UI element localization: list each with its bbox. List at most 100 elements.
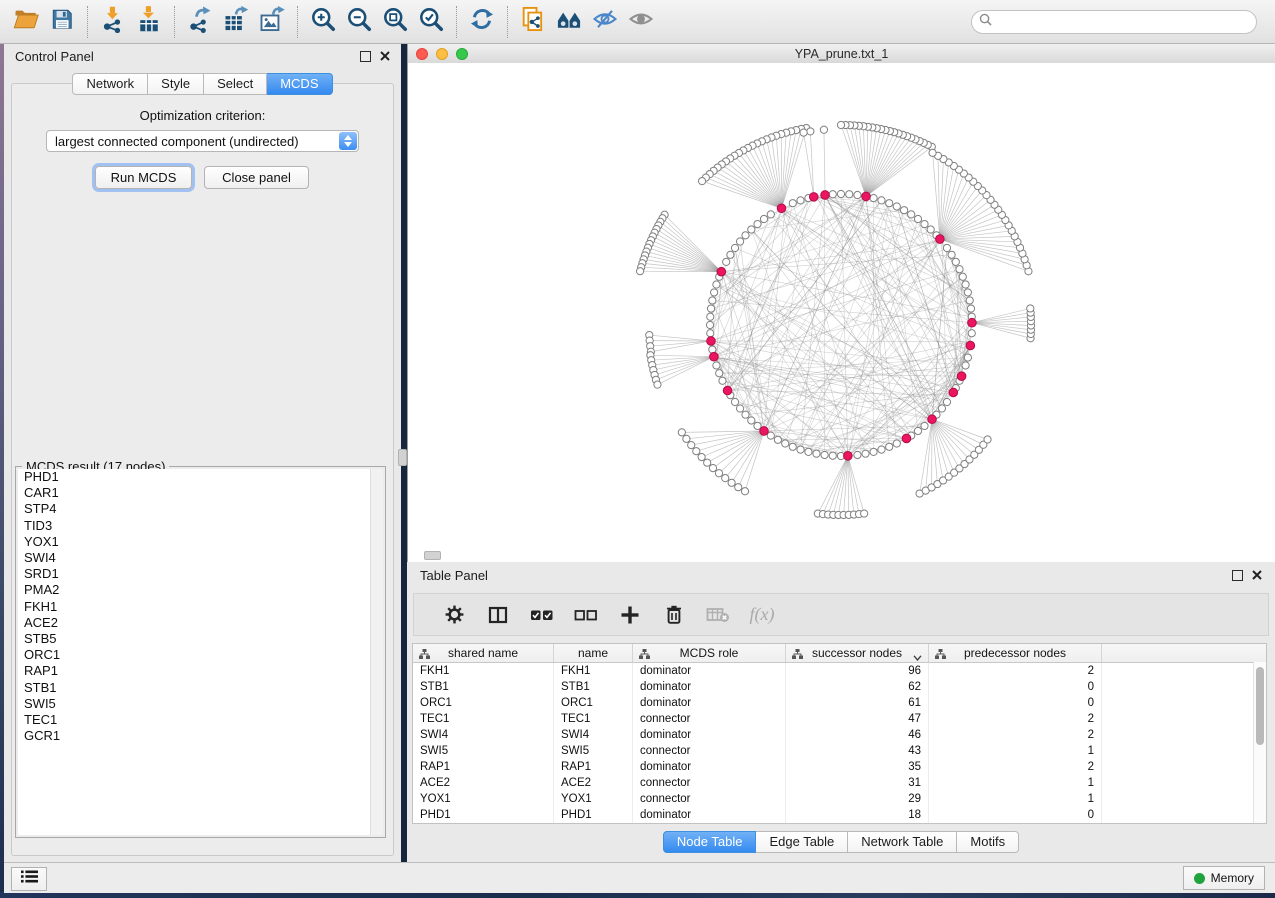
column-header-label: MCDS role <box>680 646 739 660</box>
export-table-button[interactable] <box>218 5 254 39</box>
delete-column-button[interactable] <box>652 604 696 625</box>
export-table-icon <box>222 5 250 38</box>
toolbar-separator <box>87 6 88 38</box>
network-window-titlebar[interactable]: YPA_prune.txt_1 <box>408 44 1275 64</box>
import-table-button[interactable] <box>131 5 167 39</box>
table-scrollbar-thumb[interactable] <box>1256 667 1264 745</box>
mcds-result-item[interactable]: GCR1 <box>18 728 371 744</box>
table-cell: dominator <box>633 679 786 695</box>
tab-motifs[interactable]: Motifs <box>957 831 1019 853</box>
hide-graphics-details-button[interactable] <box>587 5 623 39</box>
mcds-result-scrollbar[interactable] <box>370 469 383 835</box>
optimization-criterion-select[interactable]: largest connected component (undirected) <box>46 130 359 152</box>
vertical-splitter-handle[interactable] <box>398 449 407 466</box>
memory-button[interactable]: Memory <box>1183 866 1265 890</box>
tab-select[interactable]: Select <box>204 73 267 95</box>
column-header-label: shared name <box>448 646 518 660</box>
mcds-result-item[interactable]: SWI4 <box>18 550 371 566</box>
search-network-button[interactable] <box>551 5 587 39</box>
mcds-result-item[interactable]: PHD1 <box>18 469 371 485</box>
mcds-result-item[interactable]: STB1 <box>18 680 371 696</box>
mcds-result-item[interactable]: CAR1 <box>18 485 371 501</box>
mcds-result-item[interactable]: YOX1 <box>18 534 371 550</box>
table-cell: STB1 <box>413 679 554 695</box>
table-row[interactable]: YOX1YOX1connector291 <box>413 791 1266 807</box>
tab-network-table[interactable]: Network Table <box>848 831 957 853</box>
table-row[interactable]: ACE2ACE2connector311 <box>413 775 1266 791</box>
close-panel-icon[interactable] <box>380 48 390 66</box>
memory-status-icon <box>1194 873 1205 884</box>
zoom-fit-button[interactable] <box>377 5 413 39</box>
column-header-successor-nodes[interactable]: successor nodes <box>786 644 929 662</box>
search-icon <box>979 13 992 31</box>
table-cell: YOX1 <box>554 791 633 807</box>
status-bar: Memory <box>4 862 1275 893</box>
column-header-shared-name[interactable]: shared name <box>413 644 554 662</box>
mcds-result-item[interactable]: FKH1 <box>18 599 371 615</box>
column-settings-button[interactable] <box>432 604 476 625</box>
export-network-button[interactable] <box>182 5 218 39</box>
refresh-icon <box>468 5 496 38</box>
network-canvas[interactable] <box>408 63 1275 562</box>
table-cell: 31 <box>786 775 929 791</box>
tab-mcds[interactable]: MCDS <box>267 73 332 95</box>
close-table-panel-icon[interactable] <box>1252 567 1262 585</box>
tab-node-table[interactable]: Node Table <box>663 831 757 853</box>
mcds-result-item[interactable]: PMA2 <box>18 582 371 598</box>
select-all-button[interactable] <box>520 607 564 623</box>
horizontal-splitter-handle[interactable] <box>424 551 441 560</box>
table-row[interactable]: STB1STB1dominator620 <box>413 679 1266 695</box>
open-file-button[interactable] <box>8 5 44 39</box>
network-search-field[interactable] <box>971 10 1257 34</box>
show-columns-button[interactable] <box>476 605 520 625</box>
close-panel-button[interactable]: Close panel <box>204 166 309 189</box>
show-graphics-details-button[interactable] <box>623 5 659 39</box>
refresh-view-button[interactable] <box>464 5 500 39</box>
mcds-result-item[interactable]: TID3 <box>18 518 371 534</box>
mcds-result-item[interactable]: ACE2 <box>18 615 371 631</box>
add-column-button[interactable] <box>608 605 652 625</box>
table-row[interactable]: ORC1ORC1dominator610 <box>413 695 1266 711</box>
deselect-all-button[interactable] <box>564 607 608 623</box>
mcds-result-item[interactable]: SWI5 <box>18 696 371 712</box>
toolbar-separator <box>174 6 175 38</box>
import-network-button[interactable] <box>95 5 131 39</box>
zoom-in-button[interactable] <box>305 5 341 39</box>
open-in-browser-button[interactable] <box>515 5 551 39</box>
float-table-panel-icon[interactable] <box>1232 570 1243 581</box>
tab-style[interactable]: Style <box>148 73 204 95</box>
zoom-selected-button[interactable] <box>413 5 449 39</box>
mcds-result-item[interactable]: STB5 <box>18 631 371 647</box>
table-row[interactable]: FKH1FKH1dominator962 <box>413 663 1266 679</box>
tab-network[interactable]: Network <box>72 73 148 95</box>
table-cell: dominator <box>633 695 786 711</box>
tab-edge-table[interactable]: Edge Table <box>756 831 848 853</box>
export-image-button[interactable] <box>254 5 290 39</box>
table-row[interactable]: SWI5SWI5connector431 <box>413 743 1266 759</box>
run-mcds-button[interactable]: Run MCDS <box>95 166 192 189</box>
table-row[interactable]: TEC1TEC1connector472 <box>413 711 1266 727</box>
mcds-result-item[interactable]: SRD1 <box>18 566 371 582</box>
table-cell: 46 <box>786 727 929 743</box>
column-header-name[interactable]: name <box>554 644 633 662</box>
function-builder-button[interactable]: f(x) <box>740 604 784 625</box>
table-row[interactable]: RAP1RAP1dominator352 <box>413 759 1266 775</box>
search-input[interactable] <box>997 14 1249 30</box>
column-header-MCDS-role[interactable]: MCDS role <box>633 644 786 662</box>
table-scrollbar[interactable] <box>1253 662 1266 823</box>
save-session-button[interactable] <box>44 5 80 39</box>
task-history-button[interactable] <box>11 867 47 891</box>
float-panel-icon[interactable] <box>360 51 371 62</box>
mcds-result-item[interactable]: ORC1 <box>18 647 371 663</box>
zoom-fit-icon <box>381 5 409 38</box>
destroy-table-button[interactable] <box>696 606 740 623</box>
table-row[interactable]: PHD1PHD1dominator180 <box>413 807 1266 823</box>
zoom-out-button[interactable] <box>341 5 377 39</box>
mcds-result-item[interactable]: STP4 <box>18 501 371 517</box>
mcds-result-item[interactable]: TEC1 <box>18 712 371 728</box>
table-row[interactable]: SWI4SWI4dominator462 <box>413 727 1266 743</box>
column-header-predecessor-nodes[interactable]: predecessor nodes <box>929 644 1102 662</box>
table-cell: STB1 <box>554 679 633 695</box>
control-panel: Control Panel Network Style Select MCDS … <box>4 44 401 862</box>
mcds-result-item[interactable]: RAP1 <box>18 663 371 679</box>
